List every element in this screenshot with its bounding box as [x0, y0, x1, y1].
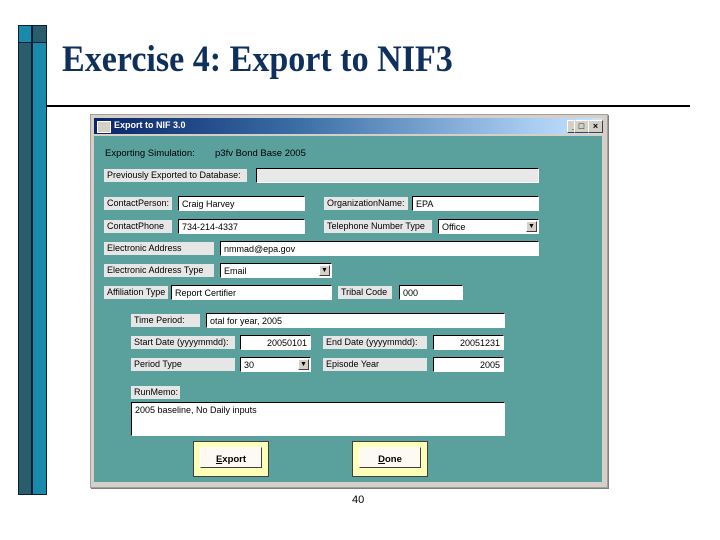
contact-phone-label: ContactPhone	[104, 220, 172, 233]
organization-name-label: OrganizationName:	[324, 197, 408, 210]
period-type-label: Period Type	[131, 358, 235, 371]
end-date-field[interactable]: 20051231	[433, 335, 504, 350]
dropdown-arrow-icon[interactable]: ▼	[526, 221, 537, 232]
tribal-code-field[interactable]: 000	[399, 285, 463, 300]
start-date-label: Start Date (yyyymmdd):	[131, 336, 235, 349]
window-title: Export to NIF 3.0	[114, 120, 186, 130]
slide-decoration-bar	[32, 25, 47, 495]
title-divider	[46, 105, 690, 107]
prev-exported-field[interactable]	[256, 168, 539, 183]
episode-year-field[interactable]: 2005	[433, 357, 504, 372]
electronic-address-field[interactable]: nmmad@epa.gov	[220, 241, 539, 256]
export-button-frame: Export	[193, 441, 269, 477]
run-memo-textarea[interactable]: 2005 baseline, No Daily inputs	[131, 402, 505, 436]
slide-decoration-bar	[18, 25, 32, 495]
telephone-number-type-select[interactable]: Office ▼	[438, 219, 539, 234]
done-button-label: one	[384, 454, 402, 465]
period-type-value: 30	[244, 360, 255, 370]
electronic-address-type-label: Electronic Address Type	[104, 264, 214, 277]
contact-person-label: ContactPerson:	[104, 197, 172, 210]
done-accelerator: D	[378, 454, 385, 465]
start-date-field[interactable]: 20050101	[240, 335, 311, 350]
telephone-number-type-label: Telephone Number Type	[324, 220, 432, 233]
contact-person-field[interactable]: Craig Harvey	[178, 196, 305, 211]
period-type-select[interactable]: 30 ▼	[240, 357, 311, 372]
dropdown-arrow-icon[interactable]: ▼	[319, 265, 330, 276]
affiliation-type-label: Affiliation Type	[104, 286, 168, 299]
organization-name-field[interactable]: EPA	[412, 196, 539, 211]
export-dialog-window: Export to NIF 3.0 _ □ × Exporting Simula…	[90, 114, 608, 488]
electronic-address-label: Electronic Address	[104, 242, 214, 255]
form-area: Exporting Simulation: p3fv Bond Base 200…	[94, 136, 602, 482]
time-period-label: Time Period:	[131, 314, 200, 327]
electronic-address-type-value: Email	[224, 266, 247, 276]
run-memo-label: RunMemo:	[131, 386, 180, 399]
export-button-label: xport	[222, 454, 247, 465]
electronic-address-type-select[interactable]: Email ▼	[220, 263, 332, 278]
slide-title: Exercise 4: Export to NIF3	[62, 39, 453, 80]
exporting-simulation-value: p3fv Bond Base 2005	[215, 148, 306, 159]
contact-phone-field[interactable]: 734-214-4337	[178, 219, 305, 234]
done-button-frame: Done	[352, 441, 428, 477]
close-button[interactable]: ×	[588, 120, 603, 133]
done-button[interactable]: Done	[359, 447, 421, 468]
slide-decoration-block	[32, 25, 47, 43]
affiliation-type-field[interactable]: Report Certifier	[171, 285, 332, 300]
telephone-number-type-value: Office	[442, 222, 466, 232]
end-date-label: End Date (yyyymmdd):	[323, 336, 427, 349]
slide-decoration-block	[18, 25, 32, 43]
page-number: 40	[352, 494, 365, 506]
app-icon	[97, 121, 111, 133]
exporting-simulation-label: Exporting Simulation:	[105, 148, 195, 159]
maximize-button[interactable]: □	[574, 120, 589, 133]
episode-year-label: Episode Year	[323, 358, 427, 371]
window-titlebar[interactable]: Export to NIF 3.0 _ □ ×	[94, 118, 603, 134]
prev-exported-label: Previously Exported to Database:	[104, 169, 247, 182]
dropdown-arrow-icon[interactable]: ▼	[298, 359, 309, 370]
export-button[interactable]: Export	[200, 447, 262, 468]
tribal-code-label: Tribal Code	[338, 286, 392, 299]
time-period-field[interactable]: otal for year, 2005	[206, 313, 505, 328]
